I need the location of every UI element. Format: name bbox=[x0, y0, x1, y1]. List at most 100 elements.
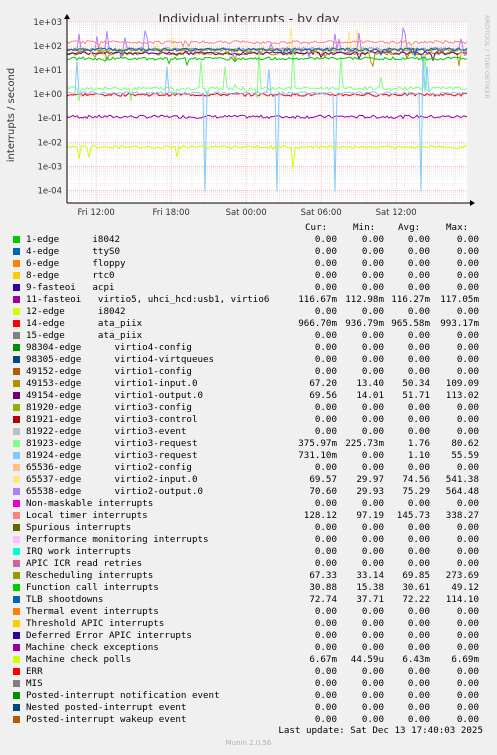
x-tick-label: Fri 12:00 bbox=[77, 208, 114, 218]
y-tick-label: 1e+03 bbox=[33, 18, 62, 28]
legend-swatch bbox=[13, 524, 20, 531]
legend-row: 65537-edge virtio2-input.0 69.57 29.97 74.5… bbox=[0, 474, 497, 486]
legend-row: 98304-edge virtio4-config 0.00 0.00 0.00 0.0… bbox=[0, 342, 497, 354]
x-axis-arrow bbox=[470, 200, 475, 206]
legend-label: MIS bbox=[26, 678, 43, 689]
legend-label: Threshold APIC interrupts bbox=[26, 618, 165, 629]
y-tick-label: 1e+01 bbox=[33, 66, 62, 76]
legend-swatch bbox=[13, 584, 20, 591]
legend-max: 0.00 bbox=[456, 498, 479, 509]
legend-max: 0.00 bbox=[456, 642, 479, 653]
legend-swatch bbox=[13, 632, 20, 639]
legend-swatch bbox=[13, 380, 20, 387]
legend-swatch bbox=[13, 704, 20, 711]
legend-row: Threshold APIC interrupts 0.00 0.00 0.00 0.0… bbox=[0, 618, 497, 630]
legend-row: 15-edge ata_piix 0.00 0.00 0.00 0.00 bbox=[0, 330, 497, 342]
legend-label: 9-fasteoi acpi bbox=[26, 282, 115, 293]
legend-max: 80.62 bbox=[451, 438, 479, 449]
legend-swatch bbox=[13, 320, 20, 327]
legend-swatch bbox=[13, 500, 20, 507]
legend-swatch bbox=[13, 404, 20, 411]
header-avg: Avg: bbox=[398, 222, 421, 233]
interrupts-graph: Individual interrupts - by day interrupt… bbox=[6, 11, 491, 218]
legend-swatch bbox=[13, 668, 20, 675]
munin-version: Munin 2.0.56 bbox=[225, 739, 272, 747]
legend-label: 4-edge ttyS0 bbox=[26, 246, 121, 257]
legend-label: 49154-edge virtio1-output.0 bbox=[26, 390, 204, 401]
legend-max: 0.00 bbox=[456, 678, 479, 689]
legend-max: 0.00 bbox=[456, 354, 479, 365]
legend-max: 6.69m bbox=[451, 654, 479, 665]
legend-max: 993.17m bbox=[440, 318, 479, 329]
legend-max: 0.00 bbox=[456, 234, 479, 245]
x-tick-label: Sat 12:00 bbox=[376, 208, 417, 218]
legend-label: 11-fasteoi virtio5, uhci_hcd:usb1, virti… bbox=[26, 294, 270, 305]
legend-label: Rescheduling interrupts bbox=[26, 570, 154, 581]
legend-label: 81921-edge virtio3-control bbox=[26, 414, 198, 425]
legend-label: Machine check exceptions bbox=[26, 642, 159, 653]
legend-swatch bbox=[13, 284, 20, 291]
legend-row: 81921-edge virtio3-control 0.00 0.00 0.00 0.… bbox=[0, 414, 497, 426]
legend-swatch bbox=[13, 344, 20, 351]
legend-row: 81920-edge virtio3-config 0.00 0.00 0.00 0.0… bbox=[0, 402, 497, 414]
legend-swatch bbox=[13, 332, 20, 339]
legend-swatch bbox=[13, 536, 20, 543]
legend-label: 12-edge i8042 bbox=[26, 306, 126, 317]
legend-label: IRQ work interrupts bbox=[26, 546, 132, 557]
legend-swatch bbox=[13, 476, 20, 483]
legend-max: 0.00 bbox=[456, 402, 479, 413]
y-axis-label: interrupts / second bbox=[6, 68, 17, 162]
legend-swatch bbox=[13, 572, 20, 579]
legend-row: 65538-edge virtio2-output.0 70.60 29.93 75.… bbox=[0, 486, 497, 498]
legend-row: Function call interrupts 30.88 15.38 30.61 4… bbox=[0, 582, 497, 594]
legend-row: 81922-edge virtio3-event 0.00 0.00 0.00 0.00 bbox=[0, 426, 497, 438]
legend-swatch bbox=[13, 272, 20, 279]
legend-max: 55.59 bbox=[451, 450, 479, 461]
legend-label: Machine check polls bbox=[26, 654, 132, 665]
y-tick-label: 1e+00 bbox=[33, 90, 62, 100]
legend-swatch bbox=[13, 452, 20, 459]
legend-label: Function call interrupts bbox=[26, 582, 159, 593]
legend-label: 8-edge rtc0 bbox=[26, 270, 115, 281]
legend-label: 65538-edge virtio2-output.0 bbox=[26, 486, 204, 497]
legend-label: Non-maskable interrupts bbox=[26, 498, 154, 509]
legend-max: 0.00 bbox=[456, 270, 479, 281]
legend-label: 81920-edge virtio3-config bbox=[26, 402, 192, 413]
x-tick-label: Sat 06:00 bbox=[301, 208, 342, 218]
legend-max: 0.00 bbox=[456, 426, 479, 437]
y-tick-label: 1e+02 bbox=[33, 42, 62, 52]
legend-label: 65537-edge virtio2-input.0 bbox=[26, 474, 198, 485]
legend-max: 338.27 bbox=[445, 510, 479, 521]
legend-max: 0.00 bbox=[456, 522, 479, 533]
legend-max: 109.09 bbox=[445, 378, 479, 389]
legend-max: 0.00 bbox=[456, 702, 479, 713]
legend-swatch bbox=[13, 596, 20, 603]
legend-row: 65536-edge virtio2-config 0.00 0.00 0.00 0.0… bbox=[0, 462, 497, 474]
legend-label: APIC ICR read retries bbox=[26, 558, 143, 569]
legend-max: 0.00 bbox=[456, 546, 479, 557]
legend-swatch bbox=[13, 296, 20, 303]
legend-row: TLB shootdowns 72.74 37.71 72.22 114.10 bbox=[0, 594, 497, 606]
legend-swatch bbox=[13, 260, 20, 267]
legend-max: 0.00 bbox=[456, 558, 479, 569]
legend-row: 98305-edge virtio4-virtqueues 0.00 0.00 0.0… bbox=[0, 354, 497, 366]
legend-max: 114.10 bbox=[445, 594, 479, 605]
legend-swatch bbox=[13, 428, 20, 435]
legend-row: 49154-edge virtio1-output.0 69.56 14.01 51.… bbox=[0, 390, 497, 402]
y-axis-arrow bbox=[64, 14, 70, 19]
legend-swatch bbox=[13, 392, 20, 399]
legend-max: 0.00 bbox=[456, 306, 479, 317]
legend-label: Posted-interrupt notification event bbox=[26, 690, 220, 701]
legend-max: 0.00 bbox=[456, 282, 479, 293]
legend-swatch bbox=[13, 488, 20, 495]
legend-row: 49153-edge virtio1-input.0 67.20 13.40 50.3… bbox=[0, 378, 497, 390]
legend-max: 0.00 bbox=[456, 246, 479, 257]
legend-row: 81923-edge virtio3-request 375.97m 225.73m… bbox=[0, 438, 497, 450]
legend-row: 9-fasteoi acpi 0.00 0.00 0.00 0.00 bbox=[0, 282, 497, 294]
y-tick-label: 1e-03 bbox=[37, 162, 62, 172]
legend-swatch bbox=[13, 560, 20, 567]
legend-swatch bbox=[13, 464, 20, 471]
legend-label: 81922-edge virtio3-event bbox=[26, 426, 187, 437]
legend-max: 0.00 bbox=[456, 414, 479, 425]
legend-label: Posted-interrupt wakeup event bbox=[26, 714, 187, 725]
